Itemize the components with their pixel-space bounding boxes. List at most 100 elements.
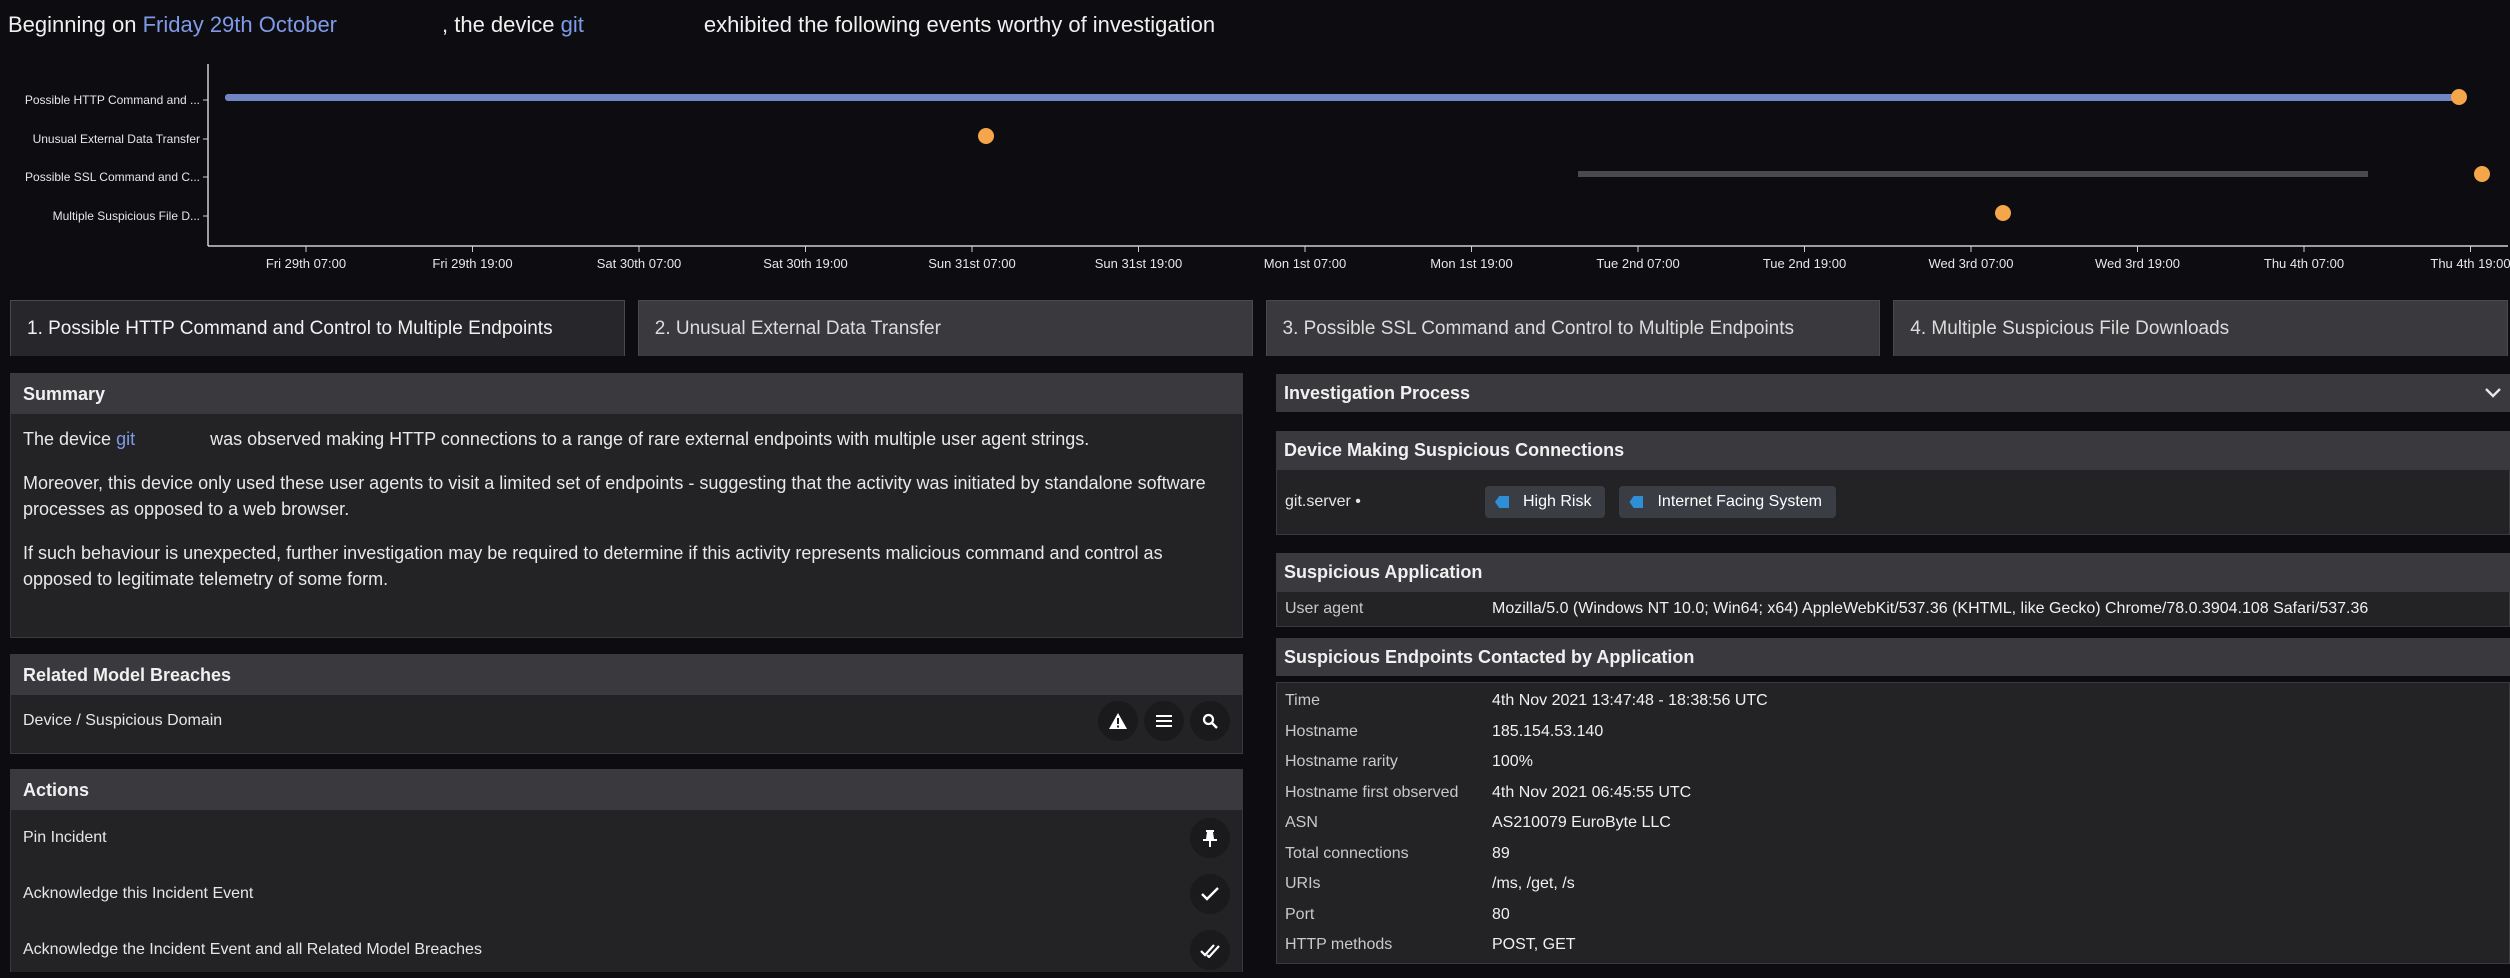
timeline-tick-label: Mon 1st 07:00 (1264, 256, 1346, 271)
device-name[interactable]: git.server (1285, 493, 1351, 510)
endpoint-detail-key: Hostname rarity (1285, 753, 1398, 771)
summary-body: The device git was observed making HTTP c… (11, 414, 1242, 622)
app-section-body: User agent Mozilla/5.0 (Windows NT 10.0;… (1276, 591, 2510, 627)
warning-icon[interactable] (1098, 701, 1138, 741)
related-breach-actions (1092, 701, 1230, 741)
timeline-row-label: Multiple Suspicious File D... (53, 209, 200, 223)
timeline-tick-label: Tue 2nd 19:00 (1763, 256, 1846, 271)
tab-http-c2[interactable]: 1. Possible HTTP Command and Control to … (10, 300, 625, 356)
timeline-tick-label: Sat 30th 07:00 (597, 256, 682, 271)
related-breach-label: Device / Suspicious Domain (23, 712, 223, 729)
endpoint-detail-value: AS210079 EuroByte LLC (1492, 814, 1671, 832)
endpoint-detail-value: 185.154.53.140 (1492, 722, 1604, 740)
timeline-tick-label: Wed 3rd 19:00 (2095, 256, 2180, 271)
timeline-tick-label: Mon 1st 19:00 (1430, 256, 1512, 271)
tab-file-downloads[interactable]: 4. Multiple Suspicious File Downloads (1893, 300, 2508, 356)
timeline-bar-http-c2[interactable] (225, 94, 2459, 101)
timeline-tick-label: Sun 31st 19:00 (1095, 256, 1182, 271)
summary-paragraph-1: The device git was observed making HTTP c… (23, 426, 1230, 452)
endpoints-table: Time 4th Nov 2021 13:47:48 - 18:38:56 UTC… (1276, 682, 2510, 964)
endpoint-detail-row: Total connections 89 (1277, 839, 2509, 870)
header-suffix: exhibited the following events worthy of… (703, 12, 1216, 37)
summary-p1-suffix: was observed making HTTP connections to … (210, 429, 1090, 449)
event-tabs: 1. Possible HTTP Command and Control to … (10, 300, 2508, 358)
tab-ssl-c2[interactable]: 3. Possible SSL Command and Control to M… (1265, 300, 1881, 356)
related-breach-row[interactable]: Device / Suspicious Domain (11, 695, 1242, 747)
endpoint-detail-value: POST, GET (1492, 936, 1576, 954)
endpoint-detail-row: HTTP methods POST, GET (1277, 930, 2509, 961)
tag-high-risk[interactable]: High Risk (1485, 486, 1606, 518)
timeline-dot-ssl-c2[interactable] (2474, 166, 2490, 182)
double-check-icon[interactable] (1190, 930, 1230, 970)
header-prefix: Beginning on (8, 12, 137, 37)
endpoint-detail-key: Port (1285, 905, 1315, 923)
device-section-title: Device Making Suspicious Connections (1276, 431, 2510, 469)
summary-p1-prefix: The device (23, 429, 112, 449)
tag-icon (1495, 496, 1509, 508)
summary-panel: Summary The device git was observed makin… (10, 373, 1243, 638)
action-pin-row[interactable]: Pin Incident (11, 810, 1242, 866)
timeline-tick-label: Thu 4th 07:00 (2264, 256, 2344, 271)
actions-panel: Actions Pin Incident Acknowledge this In… (10, 769, 1243, 972)
endpoint-detail-value: 80 (1492, 905, 1510, 923)
action-pin-label: Pin Incident (23, 829, 107, 846)
device-name-row: git.server • (1285, 493, 1485, 511)
investigation-process-title: Investigation Process (1284, 382, 1471, 403)
header-date[interactable]: Friday 29th October (143, 12, 337, 37)
action-acknowledge-all-row[interactable]: Acknowledge the Incident Event and all R… (11, 922, 1242, 978)
timeline-tick-label: Thu 4th 19:00 (2430, 256, 2510, 271)
endpoint-detail-value: 89 (1492, 844, 1510, 862)
endpoint-detail-value: /ms, /get, /s (1492, 875, 1575, 893)
endpoint-detail-row: ASN AS210079 EuroByte LLC (1277, 808, 2509, 839)
endpoint-detail-row: Hostname first observed 4th Nov 2021 06:4… (1277, 778, 2509, 809)
list-icon[interactable] (1144, 701, 1184, 741)
endpoint-detail-row: Hostname 185.154.53.140 (1277, 717, 2509, 748)
timeline-row-label: Unusual External Data Transfer (33, 132, 200, 146)
related-breaches-panel: Related Model Breaches Device / Suspicio… (10, 654, 1243, 754)
endpoint-detail-value: 4th Nov 2021 13:47:48 - 18:38:56 UTC (1492, 692, 1768, 710)
summary-device-link[interactable]: git (116, 429, 135, 449)
action-acknowledge-all-label: Acknowledge the Incident Event and all R… (23, 941, 482, 958)
header-device-link[interactable]: git (561, 12, 584, 37)
endpoint-detail-row: Hostname rarity 100% (1277, 747, 2509, 778)
timeline-tick-label: Fri 29th 19:00 (432, 256, 512, 271)
endpoint-detail-key: HTTP methods (1285, 936, 1393, 954)
device-section-body: git.server • High Risk Internet Facing S… (1276, 469, 2510, 535)
actions-title: Actions (11, 770, 1242, 810)
tag-high-risk-label: High Risk (1523, 493, 1592, 510)
endpoint-detail-row: Port 80 (1277, 900, 2509, 931)
action-acknowledge-row[interactable]: Acknowledge this Incident Event (11, 866, 1242, 922)
endpoint-detail-key: Total connections (1285, 844, 1409, 862)
pin-icon[interactable] (1190, 818, 1230, 858)
timeline-tick-label: Sat 30th 19:00 (763, 256, 848, 271)
timeline-dot-data-transfer[interactable] (978, 128, 994, 144)
investigation-process-header[interactable]: Investigation Process (1276, 374, 2510, 412)
endpoint-detail-value: 4th Nov 2021 06:45:55 UTC (1492, 783, 1692, 801)
tag-icon (1629, 496, 1644, 508)
timeline-tick-label: Tue 2nd 07:00 (1596, 256, 1679, 271)
endpoints-section-title: Suspicious Endpoints Contacted by Applic… (1276, 638, 2510, 676)
tag-internet-facing[interactable]: Internet Facing System (1619, 486, 1836, 518)
related-breaches-title: Related Model Breaches (11, 655, 1242, 695)
endpoint-detail-key: Hostname first observed (1285, 783, 1459, 801)
timeline-bar-ssl-c2[interactable] (1578, 171, 2368, 177)
endpoint-detail-key: URIs (1285, 875, 1321, 893)
search-icon[interactable] (1190, 701, 1230, 741)
timeline-dot-file-downloads[interactable] (1995, 205, 2011, 221)
timeline-tick-label: Sun 31st 07:00 (928, 256, 1015, 271)
device-dot: • (1355, 493, 1361, 510)
check-icon[interactable] (1190, 874, 1230, 914)
tab-data-transfer[interactable]: 2. Unusual External Data Transfer (637, 300, 1253, 356)
timeline-row-label: Possible HTTP Command and ... (25, 93, 200, 107)
timeline-tick-label: Wed 3rd 07:00 (1928, 256, 2013, 271)
endpoint-detail-value: 100% (1492, 753, 1533, 771)
chevron-down-icon[interactable] (2484, 383, 2502, 404)
endpoint-detail-key: Hostname (1285, 722, 1358, 740)
investigation-header: Beginning on Friday 29th October , the de… (8, 12, 1215, 38)
timeline-dot-http-c2-end[interactable] (2451, 89, 2467, 105)
timeline-tick-label: Fri 29th 07:00 (266, 256, 346, 271)
summary-paragraph-2: Moreover, this device only used these us… (23, 473, 1206, 519)
timeline-row-label: Possible SSL Command and C... (25, 170, 200, 184)
summary-title: Summary (11, 374, 1242, 414)
endpoint-detail-row: Time 4th Nov 2021 13:47:48 - 18:38:56 UTC (1277, 686, 2509, 717)
